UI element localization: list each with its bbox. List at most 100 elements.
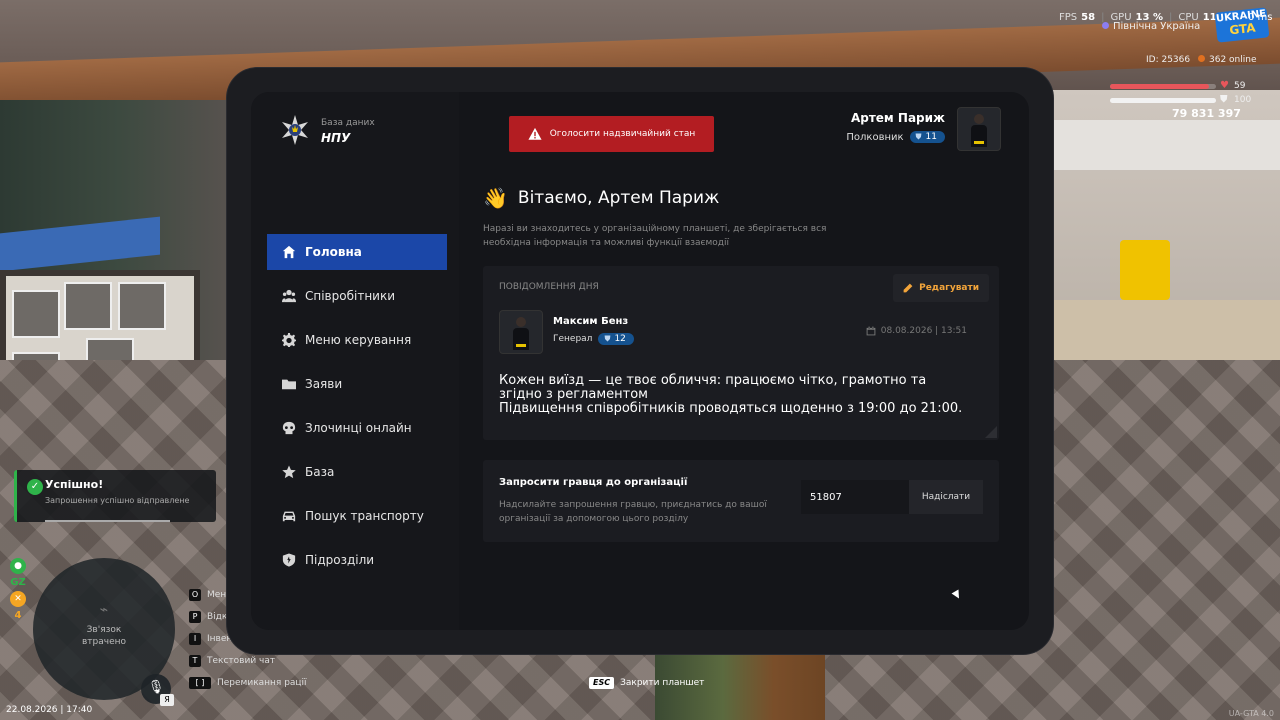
datetime: 22.08.2026 | 17:40 bbox=[6, 705, 93, 715]
online-count: 362 online bbox=[1198, 55, 1257, 65]
sidebar-item-label: Головна bbox=[305, 245, 362, 259]
wanted-photo bbox=[64, 282, 112, 330]
success-toast: ✓ Успішно! Запрошення успішно відправлен… bbox=[14, 470, 216, 522]
game-version: UA-GTA 4.0 bbox=[1228, 709, 1274, 718]
key-cap: O bbox=[189, 589, 201, 601]
mic-key: Я bbox=[160, 694, 174, 706]
key-cap: I bbox=[189, 633, 201, 645]
motd-line: Підвищення співробітників проводяться що… bbox=[499, 401, 963, 416]
home-icon bbox=[281, 244, 297, 260]
waving-hand-icon: 👋 bbox=[483, 186, 508, 210]
close-tablet-hint[interactable]: ESC Закрити планшет bbox=[589, 677, 704, 689]
author-rank: Генерал ⛊ 12 bbox=[553, 333, 634, 345]
gear-icon bbox=[281, 332, 297, 348]
pencil-icon bbox=[903, 283, 913, 293]
avatar-figure bbox=[513, 317, 529, 351]
region-indicator: Північна Україна bbox=[1102, 21, 1200, 32]
money-value: 79 831 397 bbox=[1172, 107, 1241, 120]
message-date-text: 08.08.2026 | 13:51 bbox=[880, 326, 967, 336]
key-cap: P bbox=[189, 611, 201, 623]
key-hint-row: T Текстовий чат bbox=[189, 655, 307, 677]
sidebar-item-applications[interactable]: Заяви bbox=[267, 366, 447, 402]
sidebar-item-control-menu[interactable]: Меню керування bbox=[267, 322, 447, 358]
sidebar-item-label: Злочинці онлайн bbox=[305, 421, 412, 435]
officer-figure bbox=[1120, 240, 1170, 300]
message-of-the-day: Повідомлення дня Редагувати Максим Бенз … bbox=[483, 266, 999, 440]
sidebar-item-divisions[interactable]: Підрозділи bbox=[267, 542, 447, 578]
sidebar: База даних НПУ Головна Співробітники Мен… bbox=[251, 92, 459, 630]
brand-title: НПУ bbox=[321, 131, 351, 145]
sidebar-item-base[interactable]: База bbox=[267, 454, 447, 490]
sidebar-item-label: Пошук транспорту bbox=[305, 509, 424, 523]
author-name: Максим Бенз bbox=[553, 316, 629, 327]
sidebar-item-label: Підрозділи bbox=[305, 553, 375, 567]
wanted-photo bbox=[12, 290, 60, 338]
key-label: Перемикання рації bbox=[217, 678, 307, 688]
health-bar bbox=[1110, 84, 1216, 89]
key-label: Текстовий чат bbox=[207, 656, 276, 666]
toast-title: Успішно! bbox=[45, 478, 104, 491]
key-label: Мені bbox=[207, 590, 229, 600]
health-value: 59 bbox=[1234, 81, 1246, 91]
police-tablet: База даних НПУ Головна Співробітники Мен… bbox=[227, 68, 1053, 654]
edit-button-label: Редагувати bbox=[919, 283, 979, 293]
invite-title: Запросити гравця до організації bbox=[499, 477, 688, 488]
level-value: 12 bbox=[614, 334, 626, 344]
online-dot-icon bbox=[1198, 55, 1205, 62]
armor-bar bbox=[1110, 98, 1216, 103]
right-banner bbox=[1050, 120, 1280, 170]
reception-desk bbox=[1050, 300, 1280, 360]
sidebar-item-label: Співробітники bbox=[305, 289, 396, 303]
brand-subtitle: База даних bbox=[321, 118, 375, 128]
police-emblem-icon bbox=[282, 115, 308, 145]
status-icons: ● GZ ✕ 4 bbox=[9, 558, 27, 621]
key-cap: T bbox=[189, 655, 201, 667]
check-icon: ✓ bbox=[27, 479, 43, 495]
connection-lost-text: Зв'язок втрачено bbox=[81, 625, 127, 647]
send-invite-button[interactable]: Надіслати bbox=[909, 480, 983, 514]
sidebar-nav: Головна Співробітники Меню керування Зая… bbox=[267, 234, 447, 586]
author-avatar bbox=[499, 310, 543, 354]
sidebar-item-vehicle-search[interactable]: Пошук транспорту bbox=[267, 498, 447, 534]
calendar-icon bbox=[866, 326, 876, 336]
sidebar-item-label: Заяви bbox=[305, 377, 343, 391]
motd-line: Кожен виїзд — це твоє обличчя: працюємо … bbox=[499, 373, 927, 402]
invite-panel: Запросити гравця до організації Надсилай… bbox=[483, 460, 999, 542]
key-hint-row: [ ] Перемикання рації bbox=[189, 677, 307, 699]
welcome-text: Вітаємо, Артем Париж bbox=[517, 188, 720, 208]
motd-text: Кожен виїзд — це твоє обличчя: працюємо … bbox=[499, 374, 969, 416]
sidebar-item-employees[interactable]: Співробітники bbox=[267, 278, 447, 314]
fps-label: FPS bbox=[1059, 12, 1078, 23]
gang-zone-icon: ● bbox=[10, 558, 26, 574]
sidebar-item-label: Меню керування bbox=[305, 333, 412, 347]
player-id-input[interactable] bbox=[801, 480, 909, 514]
key-cap: [ ] bbox=[189, 677, 211, 689]
level-badge: ⛊ 12 bbox=[598, 333, 634, 345]
sidebar-item-label: База bbox=[305, 465, 335, 479]
sidebar-item-home[interactable]: Головна bbox=[267, 234, 447, 270]
car-icon bbox=[281, 508, 297, 524]
esc-key: ESC bbox=[589, 677, 615, 689]
edit-button[interactable]: Редагувати bbox=[893, 274, 989, 302]
motd-label: Повідомлення дня bbox=[499, 282, 599, 292]
close-tablet-label: Закрити планшет bbox=[620, 678, 705, 688]
invite-description: Надсилайте запрошення гравцю, приєднатис… bbox=[499, 500, 767, 524]
armor-value: 100 bbox=[1234, 95, 1252, 105]
region-dot-icon bbox=[1102, 22, 1109, 29]
sidebar-item-criminals-online[interactable]: Злочинці онлайн bbox=[267, 410, 447, 446]
armor-shield-icon: ⛊ bbox=[1220, 94, 1228, 105]
users-icon bbox=[281, 288, 297, 304]
tablet-screen: База даних НПУ Головна Співробітники Мен… bbox=[251, 92, 1029, 630]
gz-label: GZ bbox=[10, 577, 26, 588]
welcome-heading: 👋 Вітаємо, Артем Париж bbox=[483, 186, 719, 210]
armor-fill bbox=[1110, 98, 1216, 103]
wanted-count: 4 bbox=[14, 610, 22, 621]
toast-progress bbox=[45, 520, 170, 522]
fps-value: 58 bbox=[1081, 12, 1096, 23]
toast-text: Запрошення успішно відправлене bbox=[45, 496, 190, 505]
folder-icon bbox=[281, 376, 297, 392]
shield-icon bbox=[281, 552, 297, 568]
resize-handle[interactable] bbox=[985, 426, 997, 438]
star-icon bbox=[281, 464, 297, 480]
main-content: 👋 Вітаємо, Артем Париж Наразі ви знаходи… bbox=[483, 92, 1003, 630]
